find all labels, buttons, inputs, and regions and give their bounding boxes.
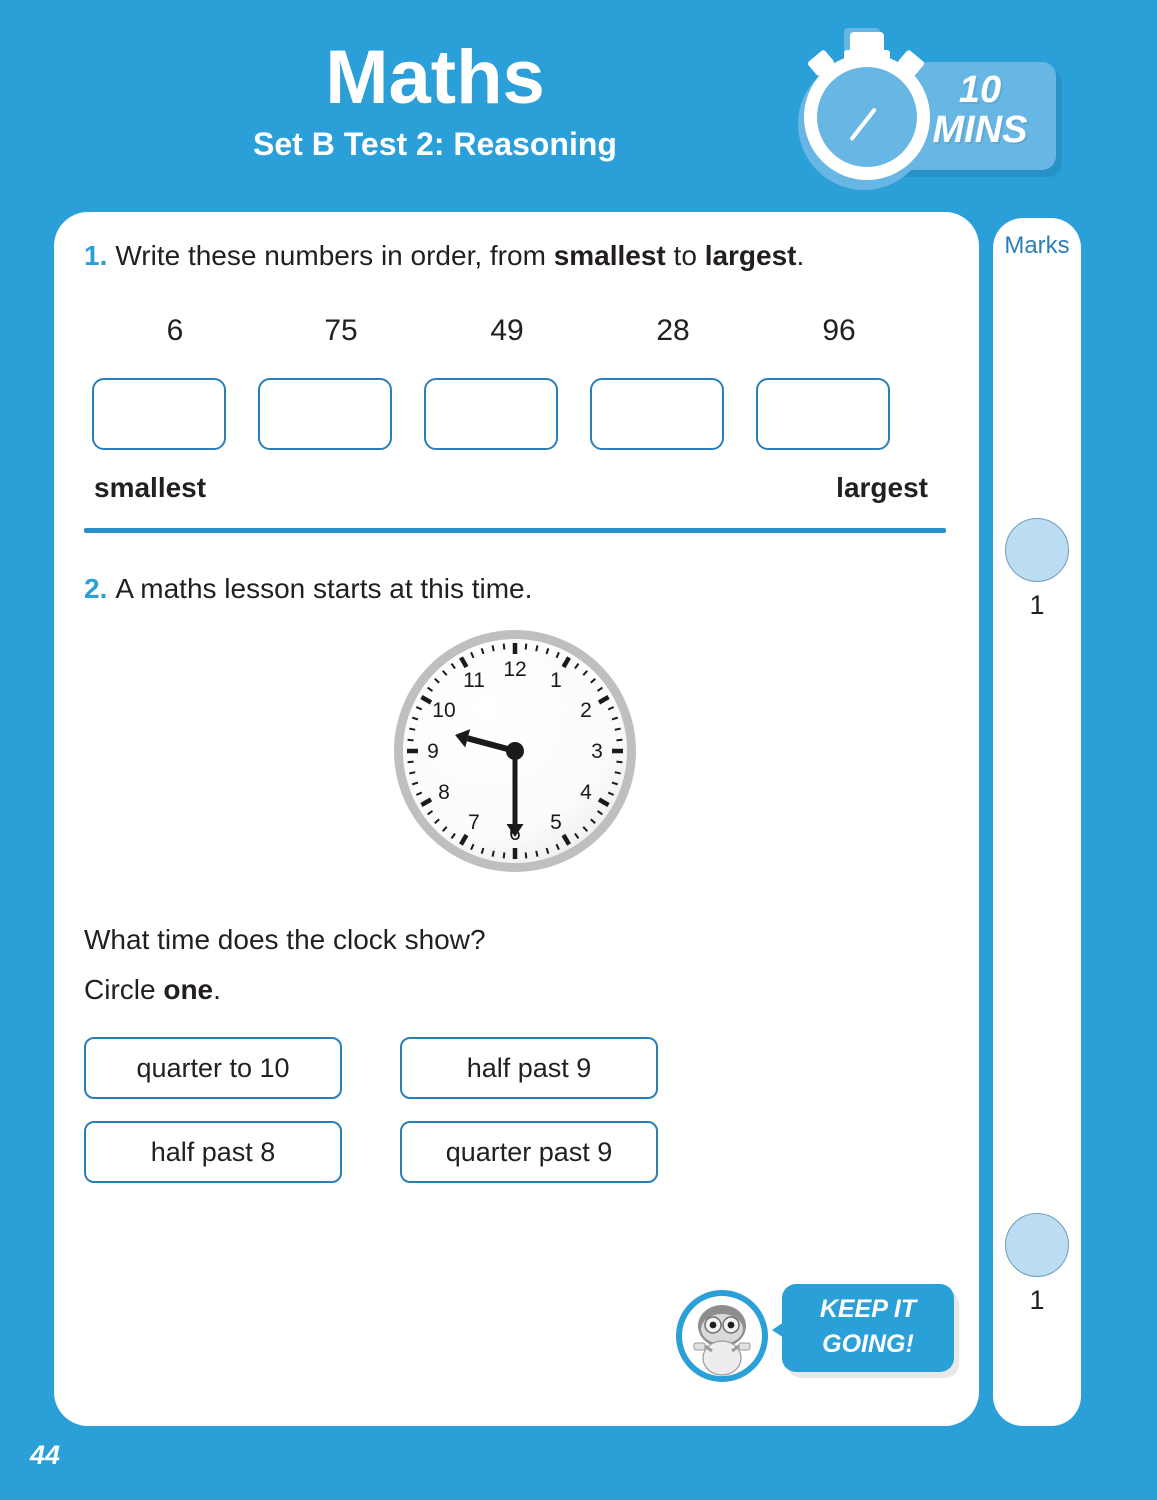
page-header: Maths Set B Test 2: Reasoning 10 MINS <box>0 0 1157 212</box>
question-1-text-c: to <box>665 240 705 271</box>
instruction-text-c: . <box>213 974 221 1005</box>
number-item: 75 <box>324 314 358 347</box>
clock-numeral: 2 <box>580 699 592 722</box>
option-quarter-past-9[interactable]: quarter past 9 <box>400 1121 658 1183</box>
mark-circle[interactable] <box>1005 1213 1069 1277</box>
marks-label: Marks <box>1004 232 1070 259</box>
question-2: 2. A maths lesson starts at this time. 1… <box>84 567 949 1183</box>
timer-amount: 10 <box>958 69 1002 111</box>
timer-text: 10 MINS <box>900 70 1060 150</box>
question-1-text-a: Write these numbers in order, from <box>115 240 554 271</box>
question-1-answer-boxes <box>84 378 949 450</box>
question-1-prompt: 1. Write these numbers in order, from sma… <box>84 234 949 278</box>
number-item: 6 <box>166 314 184 347</box>
instruction-text-a: Circle <box>84 974 164 1005</box>
number-item: 96 <box>822 314 856 347</box>
mark-circle[interactable] <box>1005 518 1069 582</box>
instruction-text-one: one <box>163 974 214 1005</box>
question-1-number: 1. <box>84 240 108 271</box>
mark-value: 1 <box>1029 590 1045 620</box>
question-1-text-smallest: smallest <box>553 240 666 271</box>
number-item: 49 <box>490 314 524 347</box>
analog-clock-icon: 121234567891011 <box>391 627 639 875</box>
option-half-past-9[interactable]: half past 9 <box>400 1037 658 1099</box>
clock-numeral: 1 <box>550 669 562 692</box>
question-1-text-e: . <box>796 240 805 271</box>
answer-box[interactable] <box>424 378 558 450</box>
clock-numeral: 11 <box>463 669 485 692</box>
option-half-past-8[interactable]: half past 8 <box>84 1121 342 1183</box>
clock-numeral: 4 <box>580 781 592 804</box>
question-2-number: 2. <box>84 573 108 604</box>
clock-numeral: 9 <box>427 740 439 763</box>
bubble-line-2: GOING! <box>822 1330 914 1358</box>
question-2-followup-block: What time does the clock show? Circle on… <box>84 915 949 1015</box>
question-card-content: 1. Write these numbers in order, from sma… <box>84 234 949 1183</box>
page-subtitle: Set B Test 2: Reasoning <box>253 126 617 162</box>
robot-svg <box>693 1305 751 1376</box>
question-1: 1. Write these numbers in order, from sma… <box>84 234 949 533</box>
question-1-text-largest: largest <box>704 240 797 271</box>
page-title: Maths <box>325 35 545 120</box>
question-2-options: quarter to 10 half past 9 half past 8 qu… <box>84 1037 949 1183</box>
mascot-area: KEEP IT GOING! <box>676 1284 966 1394</box>
smallest-label: smallest <box>94 472 207 503</box>
answer-box[interactable] <box>258 378 392 450</box>
question-2-instruction: Circle one. <box>84 965 949 1015</box>
question-2-text: A maths lesson starts at this time. <box>115 573 533 604</box>
clock-numeral: 7 <box>468 811 480 834</box>
speech-bubble-text: KEEP IT GOING! <box>782 1292 954 1362</box>
option-quarter-to-10[interactable]: quarter to 10 <box>84 1037 342 1099</box>
mark-slot-2: 1 <box>993 1213 1081 1316</box>
clock-numeral: 3 <box>591 740 603 763</box>
largest-label: largest <box>836 472 928 503</box>
question-2-prompt: 2. A maths lesson starts at this time. <box>84 567 949 611</box>
answer-box[interactable] <box>92 378 226 450</box>
question-1-end-labels: smallest largest <box>84 472 946 504</box>
question-card: 1. Write these numbers in order, from sma… <box>54 212 979 1426</box>
clock-svg: 121234567891011 <box>394 630 636 872</box>
page-number: 44 <box>30 1440 61 1470</box>
answer-box[interactable] <box>756 378 890 450</box>
marks-sidebar: Marks 1 1 <box>993 218 1081 1426</box>
timer-badge: 10 MINS <box>782 18 1072 198</box>
mark-value: 1 <box>1029 1285 1045 1315</box>
clock-numeral: 8 <box>438 781 450 804</box>
question-divider <box>84 528 946 533</box>
mark-slot-1: 1 <box>993 518 1081 621</box>
answer-box[interactable] <box>590 378 724 450</box>
clock-numeral: 10 <box>432 699 455 722</box>
number-item: 28 <box>656 314 690 347</box>
bubble-line-1: KEEP IT <box>819 1295 917 1323</box>
question-1-numbers-row: 6 75 49 28 96 <box>84 314 949 348</box>
clock-container: 121234567891011 <box>84 627 946 875</box>
timer-unit: MINS <box>932 109 1028 151</box>
title-block: Maths Set B Test 2: Reasoning <box>0 36 870 166</box>
clock-numeral: 12 <box>503 658 526 681</box>
clock-numeral: 5 <box>550 811 562 834</box>
question-2-followup: What time does the clock show? <box>84 924 486 955</box>
robot-icon <box>676 1290 768 1382</box>
